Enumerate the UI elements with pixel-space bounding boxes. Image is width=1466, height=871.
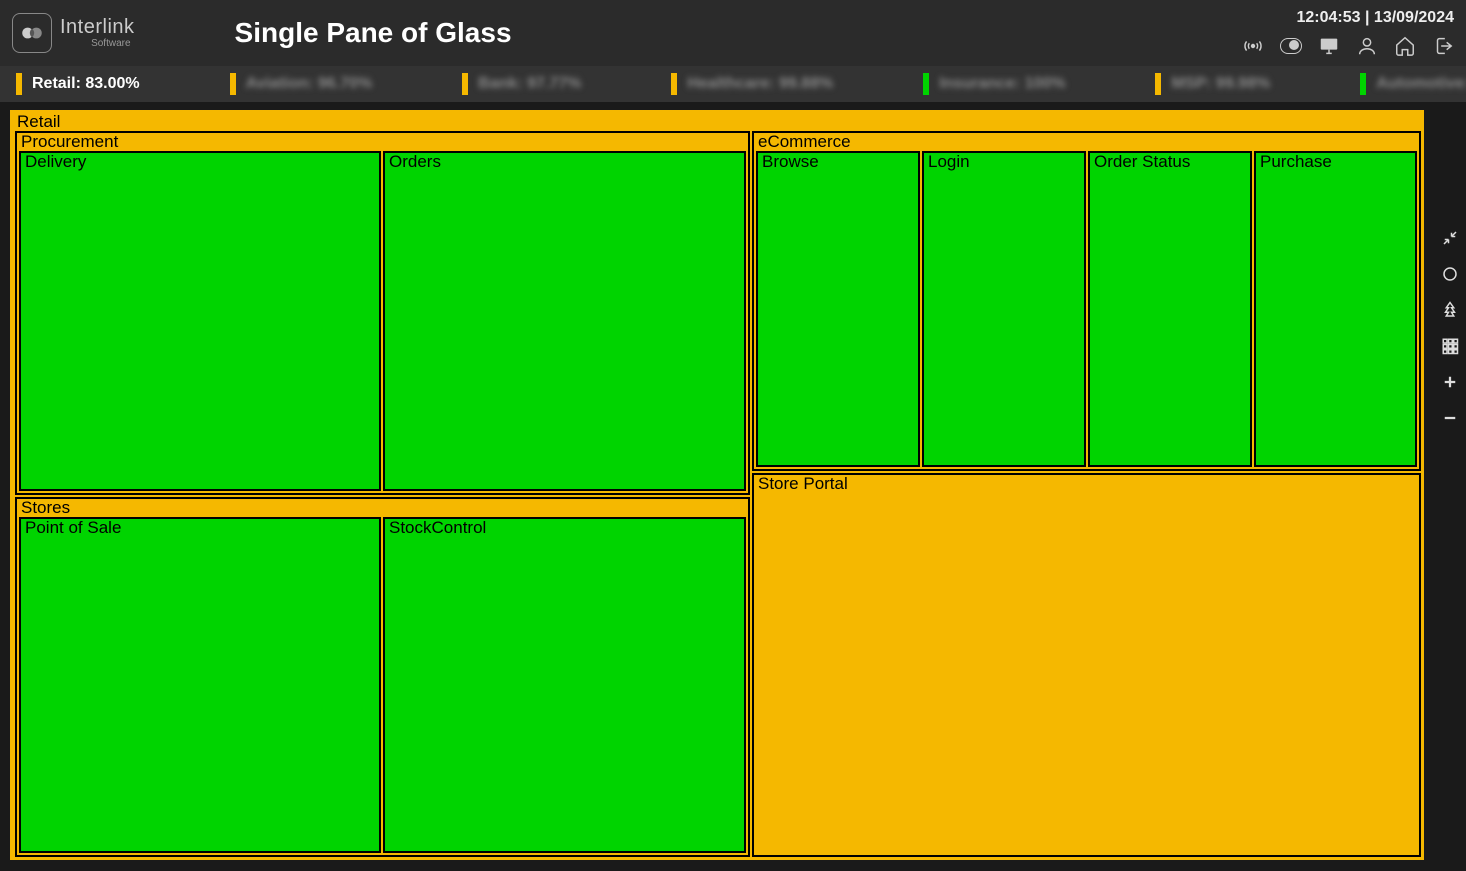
brand-logo: Interlink Software <box>12 13 135 53</box>
ticker-item[interactable]: Bank: 97.77% <box>462 73 581 95</box>
ticker-item-retail[interactable]: Retail: 83.00% <box>16 73 140 95</box>
ticker-label: Retail: 83.00% <box>32 75 140 93</box>
app-header: Interlink Software Single Pane of Glass … <box>0 0 1466 66</box>
cell-title: Purchase <box>1256 153 1415 171</box>
panel-stores[interactable]: Stores Point of Sale StockControl <box>15 497 750 857</box>
cell-orders[interactable]: Orders <box>383 151 746 491</box>
circle-icon[interactable] <box>1439 263 1461 285</box>
cell-orderstatus[interactable]: Order Status <box>1088 151 1252 467</box>
collapse-icon[interactable] <box>1439 227 1461 249</box>
cell-title: Orders <box>385 153 744 171</box>
page-title: Single Pane of Glass <box>235 17 512 49</box>
cell-title: Point of Sale <box>21 519 379 537</box>
ticker-item[interactable]: Aviation: 96.70% <box>230 73 373 95</box>
cell-storeportal[interactable]: Store Portal <box>752 473 1421 857</box>
cell-title: Delivery <box>21 153 379 171</box>
logout-icon[interactable] <box>1432 35 1454 57</box>
header-icons <box>1242 35 1454 57</box>
cell-browse[interactable]: Browse <box>756 151 920 467</box>
brand-logo-badge <box>12 13 52 53</box>
cell-delivery[interactable]: Delivery <box>19 151 381 491</box>
user-icon[interactable] <box>1356 35 1378 57</box>
broadcast-icon[interactable] <box>1242 35 1264 57</box>
grid-icon[interactable] <box>1439 335 1461 357</box>
ticker-bar <box>1360 73 1366 95</box>
cell-pos[interactable]: Point of Sale <box>19 517 381 853</box>
ticker-item[interactable]: Automotive: 100% <box>1360 73 1466 95</box>
theme-toggle[interactable] <box>1280 35 1302 57</box>
zoom-out-icon[interactable] <box>1439 407 1461 429</box>
brand-sub: Software <box>91 39 130 49</box>
cell-title: StockControl <box>385 519 744 537</box>
ticker-bar <box>230 73 236 95</box>
ticker-item[interactable]: Insurance: 100% <box>923 73 1065 95</box>
panel-title: Stores <box>17 499 748 517</box>
cell-login[interactable]: Login <box>922 151 1086 467</box>
ticker-bar <box>923 73 929 95</box>
cell-title: Order Status <box>1090 153 1250 171</box>
panel-title: eCommerce <box>754 133 1419 151</box>
panel-title: Procurement <box>17 133 748 151</box>
cell-stockcontrol[interactable]: StockControl <box>383 517 746 853</box>
ticker-label: Bank: 97.77% <box>478 75 581 93</box>
main-area: Retail Procurement Delivery Orders Store… <box>0 102 1466 870</box>
cell-title: Login <box>924 153 1084 171</box>
brand-name: Interlink <box>60 17 135 37</box>
panel-ecommerce[interactable]: eCommerce Browse Login Order Status Purc… <box>752 131 1421 471</box>
ticker-bar <box>1155 73 1161 95</box>
side-toolbar <box>1434 177 1466 429</box>
home-icon[interactable] <box>1394 35 1416 57</box>
status-ticker: Retail: 83.00% Aviation: 96.70% Bank: 97… <box>0 66 1466 102</box>
ticker-label: Insurance: 100% <box>939 75 1065 93</box>
treemap-retail: Retail Procurement Delivery Orders Store… <box>10 110 1424 860</box>
ticker-item[interactable]: MSP: 99.98% <box>1155 73 1270 95</box>
panel-procurement[interactable]: Procurement Delivery Orders <box>15 131 750 495</box>
cell-title: Browse <box>758 153 918 171</box>
ticker-bar <box>671 73 677 95</box>
ticker-label: MSP: 99.98% <box>1171 75 1270 93</box>
cell-title: Store Portal <box>754 475 1419 493</box>
ticker-bar <box>462 73 468 95</box>
tree-icon[interactable] <box>1439 299 1461 321</box>
display-icon[interactable] <box>1318 35 1340 57</box>
ticker-bar <box>16 73 22 95</box>
ticker-label: Healthcare: 99.88% <box>687 75 833 93</box>
treemap-root-title: Retail <box>13 113 1421 131</box>
clock: 12:04:53 | 13/09/2024 <box>1297 9 1455 27</box>
ticker-label: Aviation: 96.70% <box>246 75 373 93</box>
zoom-in-icon[interactable] <box>1439 371 1461 393</box>
ticker-label: Automotive: 100% <box>1376 75 1466 93</box>
cell-purchase[interactable]: Purchase <box>1254 151 1417 467</box>
ticker-item[interactable]: Healthcare: 99.88% <box>671 73 833 95</box>
